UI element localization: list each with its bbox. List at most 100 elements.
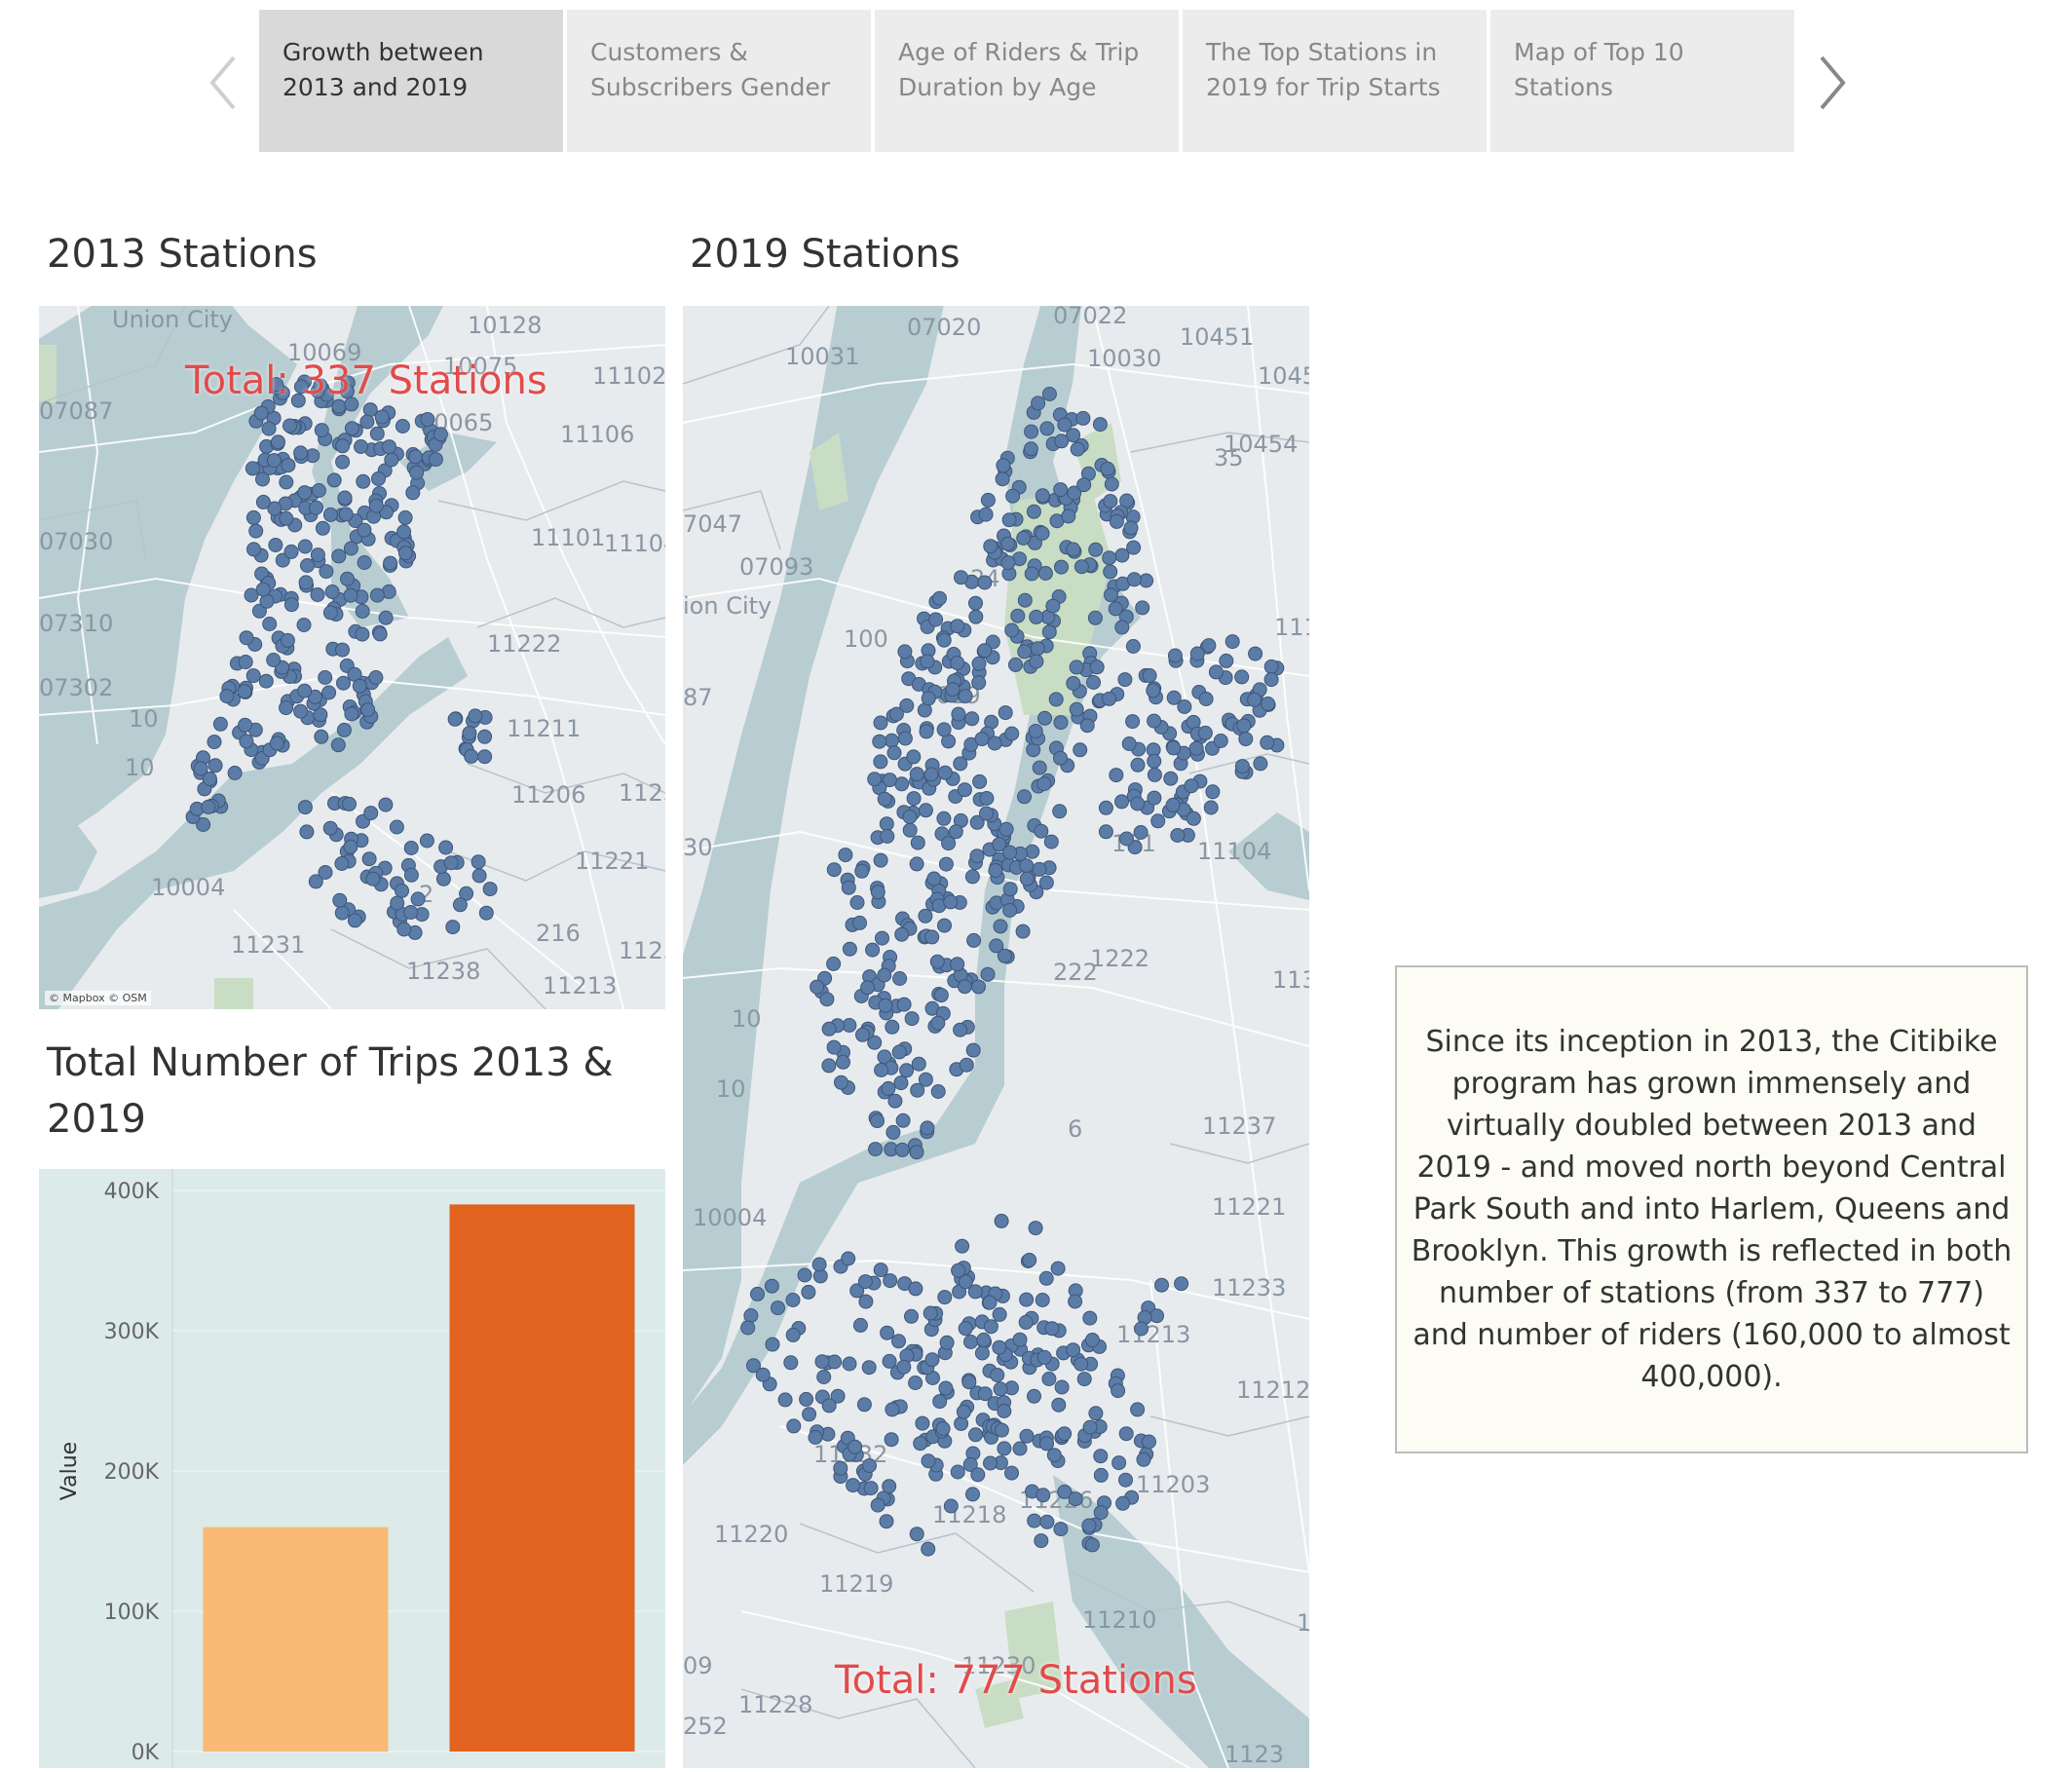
map-2013-station-marker[interactable] [258, 673, 274, 689]
map-2019-station-marker[interactable] [879, 816, 894, 832]
map-2019-station-marker[interactable] [1186, 811, 1201, 826]
map-2019-station-marker[interactable] [1234, 669, 1250, 685]
map-2019-station-marker[interactable] [943, 894, 959, 910]
map-2019-station-marker[interactable] [1010, 608, 1026, 623]
map-2019-station-marker[interactable] [904, 1011, 920, 1027]
map-2019-station-marker[interactable] [918, 803, 933, 818]
map-2019-station-marker[interactable] [1088, 542, 1104, 557]
map-2019-station-marker[interactable] [1035, 526, 1050, 541]
map-2019-station-marker[interactable] [1037, 566, 1053, 581]
map-2019-station-marker[interactable] [1002, 882, 1018, 897]
tab-age[interactable]: Age of Riders & Trip Duration by Age [875, 10, 1179, 152]
map-2019-station-marker[interactable] [997, 1441, 1012, 1456]
map-2019-station-marker[interactable] [1117, 672, 1133, 688]
map-2019-station-marker[interactable] [846, 1478, 861, 1493]
map-2019-station-marker[interactable] [1098, 800, 1113, 815]
map-2019-station-marker[interactable] [857, 1274, 873, 1290]
map-2019-station-marker[interactable] [939, 1335, 955, 1350]
map-2019-station-marker[interactable] [833, 1460, 848, 1476]
map-2019-station-marker[interactable] [928, 612, 944, 627]
map-2019-station-marker[interactable] [1248, 646, 1263, 661]
map-2019-station-marker[interactable] [961, 1375, 977, 1390]
map-2019-station-marker[interactable] [1125, 714, 1141, 730]
map-2019-station-marker[interactable] [841, 880, 856, 895]
map-2019-station-marker[interactable] [920, 654, 935, 669]
map-2019-station-marker[interactable] [810, 979, 825, 995]
map-2019-station-marker[interactable] [1234, 759, 1250, 774]
map-2013-station-marker[interactable] [336, 722, 352, 737]
map-2019-station-marker[interactable] [855, 1027, 870, 1042]
map-2013-station-marker[interactable] [283, 418, 297, 434]
map-2019-station-marker[interactable] [1093, 1505, 1109, 1521]
map-2013-station-marker[interactable] [283, 544, 299, 559]
map-2019-station-marker[interactable] [943, 1498, 959, 1514]
map-2019-station-marker[interactable] [1165, 797, 1181, 812]
map-2019-station-marker[interactable] [968, 1427, 983, 1443]
map-2019-station-marker[interactable] [1057, 417, 1073, 433]
map-2019-station-marker[interactable] [849, 895, 865, 910]
map-2013-station-marker[interactable] [330, 737, 346, 753]
map-2013-station-marker[interactable] [314, 423, 329, 438]
map-2019-station-marker[interactable] [921, 691, 936, 706]
map-2019-station-marker[interactable] [1203, 800, 1219, 815]
map-2019-station-marker[interactable] [1253, 756, 1268, 772]
map-2019-station-marker[interactable] [816, 1370, 832, 1384]
map-2019-station-marker[interactable] [1029, 609, 1044, 624]
map-2013-station-marker[interactable] [296, 618, 312, 632]
map-2013-station-marker[interactable] [293, 445, 309, 461]
map-2019-station-marker[interactable] [1201, 638, 1217, 654]
map-2019-station-marker[interactable] [1008, 657, 1023, 672]
map-2019-station-marker[interactable] [870, 885, 885, 900]
map-2019-station-marker[interactable] [1098, 824, 1113, 840]
map-2019-station-marker[interactable] [1005, 488, 1021, 504]
map-2019-station-marker[interactable] [969, 848, 985, 864]
map-2019-station-marker[interactable] [966, 932, 982, 948]
map-2013-station-marker[interactable] [297, 539, 313, 554]
map-2019-station-marker[interactable] [953, 1022, 968, 1037]
map-2019-station-marker[interactable] [998, 705, 1013, 721]
map-2019-station-marker[interactable] [1166, 690, 1182, 705]
map-2019-station-marker[interactable] [1044, 1321, 1060, 1337]
map-2019-station-marker[interactable] [993, 1381, 1008, 1397]
map-2019-station-marker[interactable] [874, 1063, 889, 1077]
map-2019-station-marker[interactable] [958, 1321, 973, 1337]
map-2019-station-marker[interactable] [950, 1464, 965, 1480]
map-2019-station-marker[interactable] [965, 1042, 981, 1058]
map-2019-station-marker[interactable] [842, 1356, 857, 1372]
map-2019-station-marker[interactable] [982, 1295, 998, 1310]
map-2019-station-marker[interactable] [873, 1263, 888, 1278]
map-2013-station-marker[interactable] [322, 605, 338, 621]
map-2019-station-marker[interactable] [1019, 871, 1035, 886]
map-2019-station-marker[interactable] [1028, 1221, 1043, 1236]
map-2013-station-marker[interactable] [253, 405, 269, 421]
map-2019-station-marker[interactable] [1004, 622, 1020, 638]
map-2019-station-marker[interactable] [933, 988, 949, 1003]
map-2019-station-marker[interactable] [894, 926, 910, 942]
map-2019-station-marker[interactable] [994, 1213, 1009, 1228]
map-2019-station-marker[interactable] [875, 930, 889, 946]
map-2019-station-marker[interactable] [1084, 1537, 1100, 1553]
map-2019-station-marker[interactable] [968, 609, 984, 624]
map-2019-station-marker[interactable] [930, 1015, 946, 1031]
map-2019-station-marker[interactable] [1000, 536, 1016, 551]
map-2019-station-marker[interactable] [1001, 512, 1017, 528]
map-2019-station-marker[interactable] [1236, 718, 1252, 734]
map-2013-station-marker[interactable] [347, 913, 362, 928]
map-2019-station-marker[interactable] [937, 765, 953, 780]
map-2013-station-marker[interactable] [477, 729, 493, 744]
map-2013-station-marker[interactable] [262, 617, 278, 631]
map-2019-station-marker[interactable] [1036, 1349, 1052, 1365]
map-2013-station-marker[interactable] [471, 854, 486, 870]
map-2019-station-marker[interactable] [1054, 434, 1070, 449]
map-2013-station-marker[interactable] [309, 500, 323, 515]
map-2019-station-marker[interactable] [904, 1308, 919, 1324]
map-2019-station-marker[interactable] [1054, 1379, 1070, 1395]
map-2019-station-marker[interactable] [924, 929, 940, 945]
map-2019-station-marker[interactable] [1088, 1406, 1104, 1421]
map-2019-station-marker[interactable] [908, 1281, 923, 1297]
map-2019-station-marker[interactable] [950, 957, 965, 972]
map-2019-station-marker[interactable] [797, 1267, 812, 1283]
tab-growth[interactable]: Growth between 2013 and 2019 [259, 10, 563, 152]
map-2019-station-marker[interactable] [856, 1397, 872, 1413]
map-2019-station-marker[interactable] [867, 772, 883, 787]
